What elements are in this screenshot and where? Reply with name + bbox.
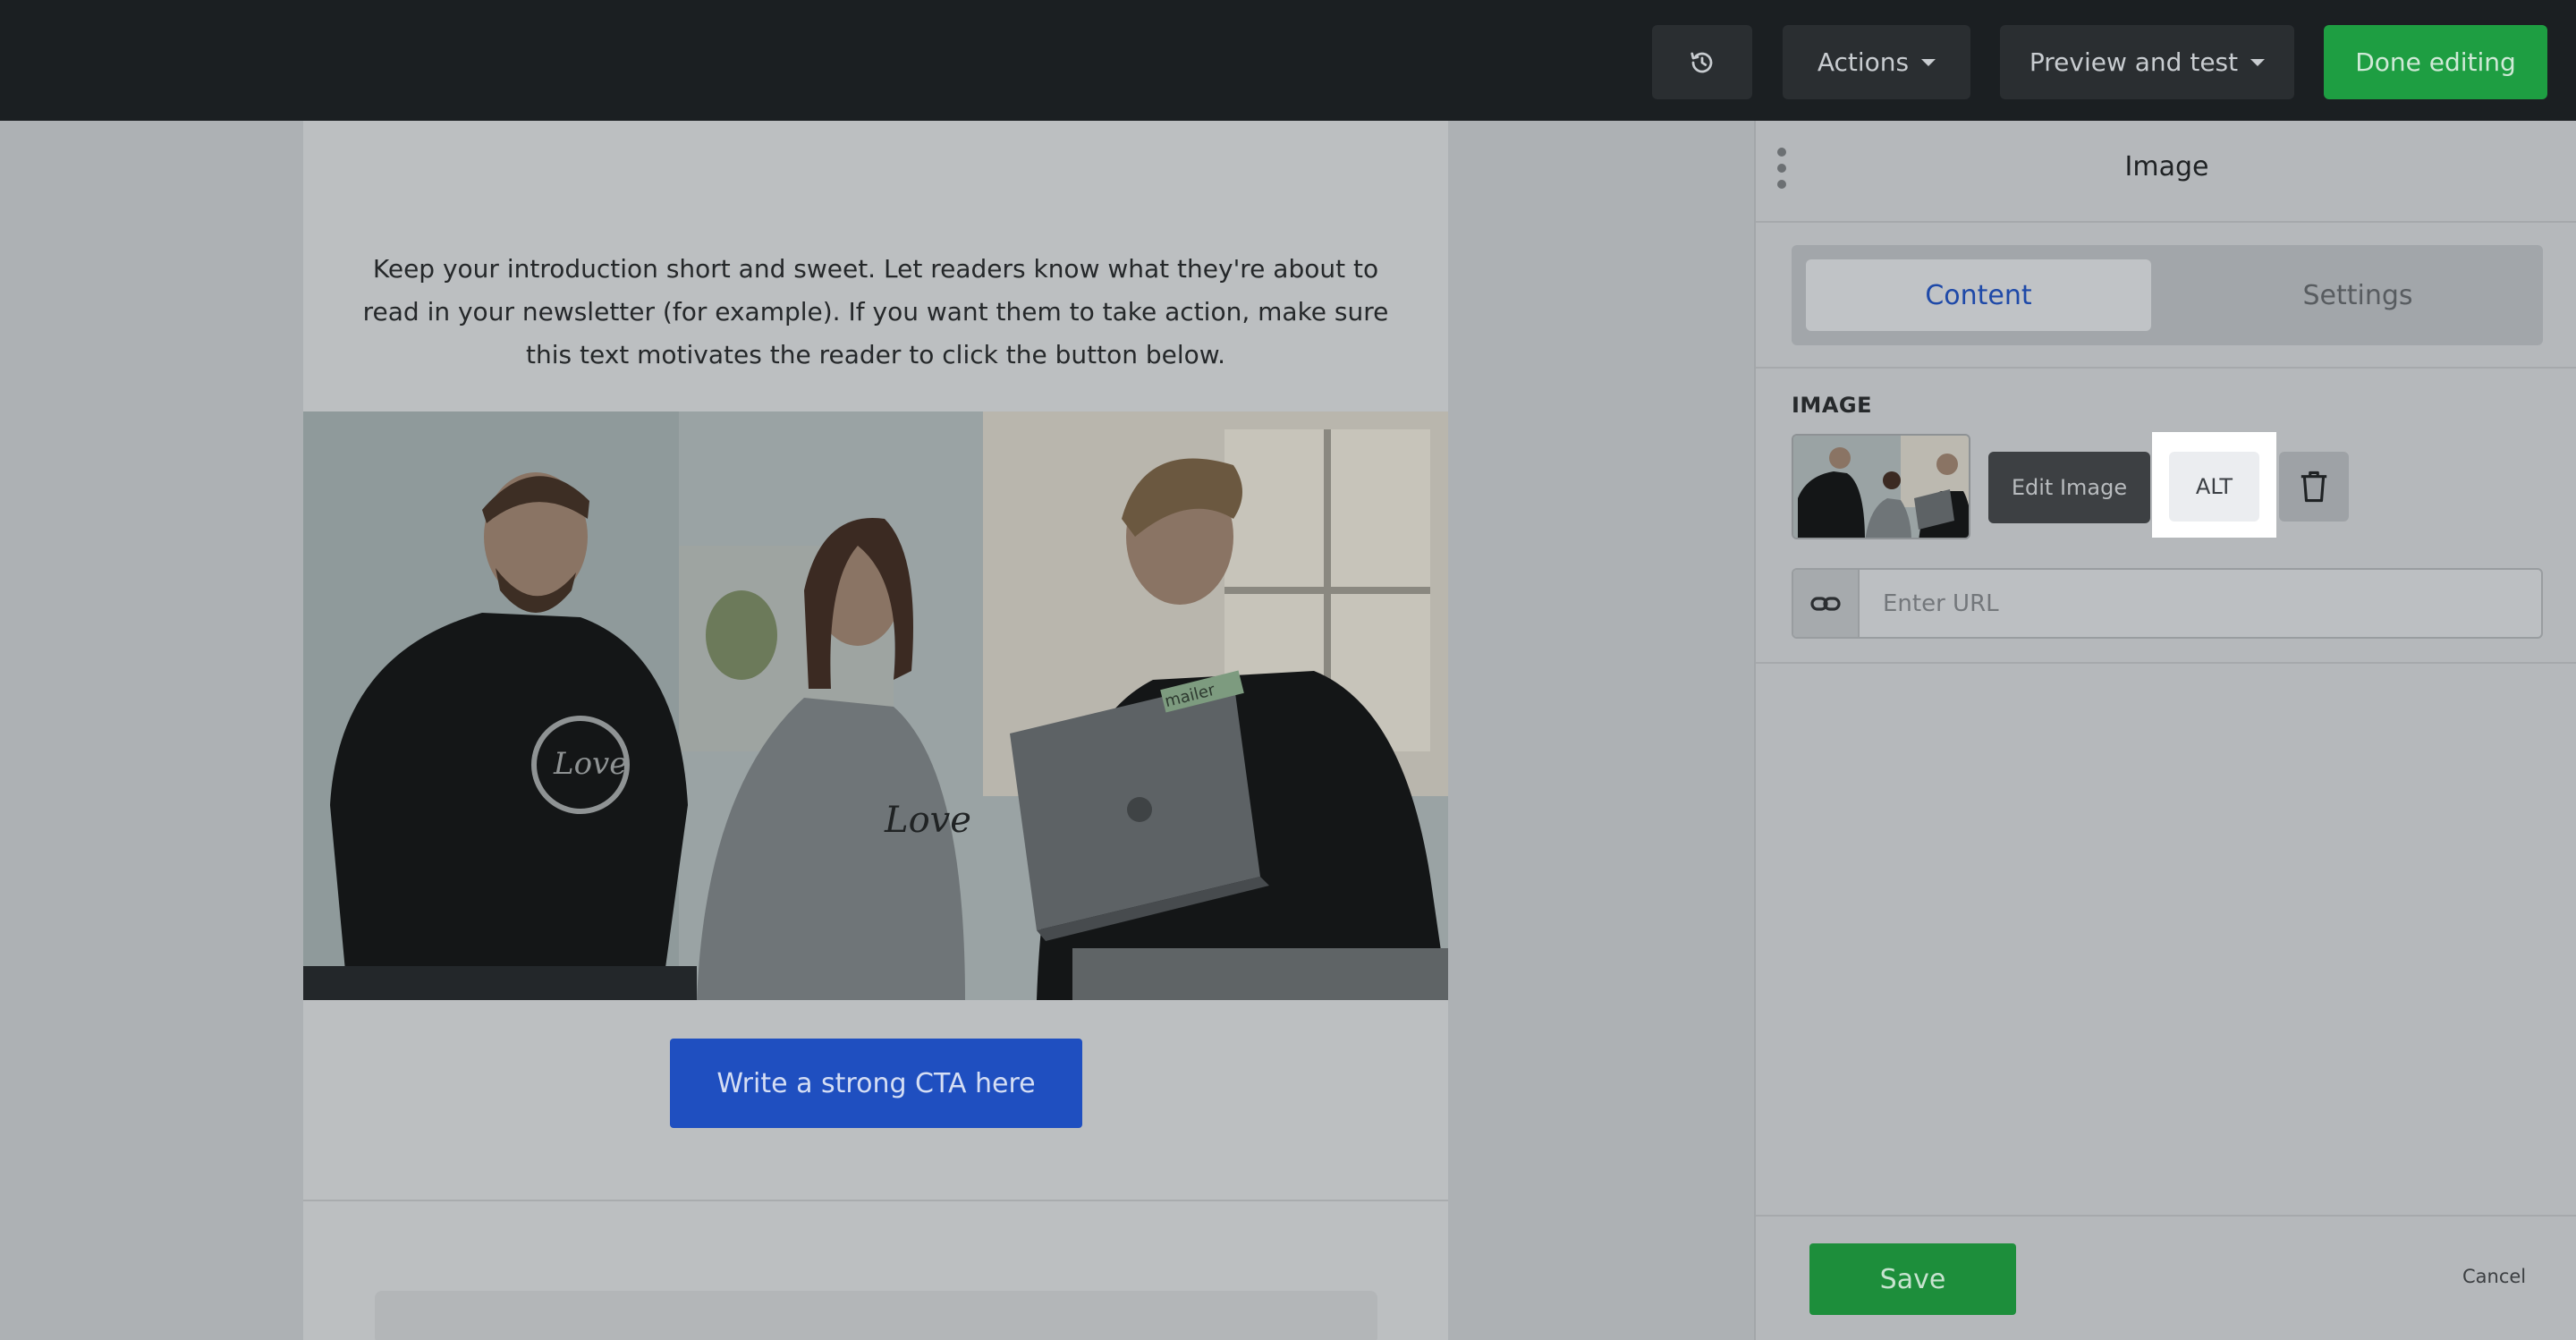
panel-title: Image: [2124, 151, 2209, 182]
panel-tabs: Content Settings: [1792, 245, 2543, 345]
history-button[interactable]: [1652, 25, 1752, 99]
thumbnail-photo: [1793, 436, 1969, 538]
team-photo: Love Love mailer: [303, 411, 1448, 1000]
alt-text-button[interactable]: ALT: [2169, 452, 2259, 522]
image-thumbnail[interactable]: [1792, 434, 1970, 539]
image-section-label: IMAGE: [1792, 393, 1872, 418]
panel-divider: [1756, 367, 2576, 369]
delete-image-button[interactable]: [2279, 452, 2349, 522]
cancel-link[interactable]: Cancel: [2462, 1266, 2526, 1287]
cta-button[interactable]: Write a strong CTA here: [670, 1039, 1082, 1128]
email-body: Keep your introduction short and sweet. …: [303, 121, 1448, 1340]
top-toolbar: Actions Preview and test Done editing: [0, 0, 2576, 121]
caret-down-icon: [1921, 58, 1936, 66]
email-canvas: Keep your introduction short and sweet. …: [0, 121, 1754, 1340]
actions-dropdown[interactable]: Actions: [1783, 25, 1970, 99]
caret-down-icon: [2250, 58, 2266, 66]
tab-content[interactable]: Content: [1806, 259, 2151, 331]
intro-text[interactable]: Keep your introduction short and sweet. …: [357, 248, 1394, 377]
trash-icon: [2301, 471, 2327, 503]
preview-label: Preview and test: [2029, 47, 2239, 77]
edit-image-button[interactable]: Edit Image: [1988, 452, 2150, 523]
email-image[interactable]: Love Love mailer: [303, 411, 1448, 1000]
svg-text:Love: Love: [884, 800, 971, 841]
tab-settings[interactable]: Settings: [2185, 259, 2530, 331]
panel-footer-divider: [1756, 1215, 2576, 1217]
url-input[interactable]: [1861, 570, 2541, 637]
link-icon: [1793, 570, 1860, 637]
svg-text:Love: Love: [553, 746, 627, 782]
actions-label: Actions: [1817, 47, 1910, 77]
panel-divider: [1756, 221, 2576, 223]
next-content-block[interactable]: [375, 1291, 1377, 1340]
save-button[interactable]: Save: [1809, 1243, 2016, 1315]
done-editing-button[interactable]: Done editing: [2324, 25, 2547, 99]
image-settings-panel: Image Content Settings IMAGE Edit Image …: [1754, 121, 2576, 1340]
link-url-group: [1792, 568, 2543, 639]
history-icon: [1690, 52, 1713, 72]
preview-and-test-dropdown[interactable]: Preview and test: [2000, 25, 2294, 99]
section-divider: [303, 1200, 1448, 1201]
panel-divider: [1756, 662, 2576, 664]
